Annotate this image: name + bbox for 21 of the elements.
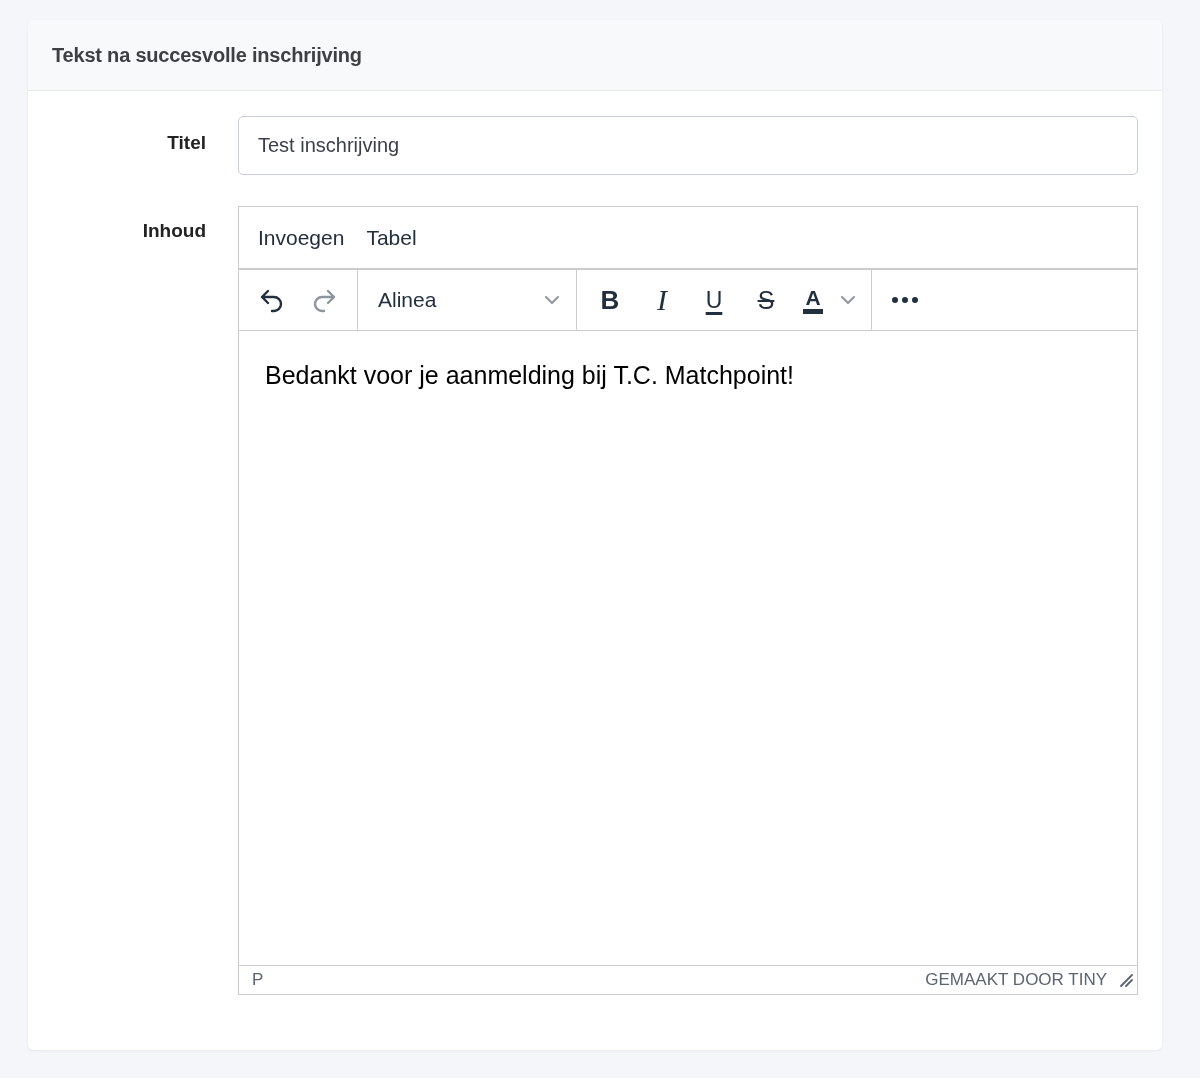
bold-button[interactable]: B (585, 279, 635, 321)
field-label: Titel (166, 131, 207, 154)
element-path[interactable]: P (252, 970, 264, 990)
resize-handle-icon (1119, 973, 1133, 987)
card-title: Tekst na succesvolle inschrijving (52, 43, 362, 67)
italic-button[interactable]: I (637, 279, 687, 321)
redo-icon (311, 287, 337, 313)
branding-link[interactable]: GEMAAKT DOOR TINY (925, 970, 1107, 990)
block-format-dropdown[interactable]: Alinea (366, 279, 568, 321)
chevron-down-icon (840, 295, 856, 305)
menu-item[interactable]: Invoegen (249, 221, 354, 254)
editor-text[interactable]: Bedankt voor je aanmelding bij T.C. Matchpoint! (239, 331, 1137, 965)
chevron-down-icon (544, 295, 560, 305)
color-button[interactable]: A (793, 279, 833, 321)
field-label: Inhoud (141, 219, 207, 242)
strike-button[interactable]: S (741, 279, 791, 321)
title-field[interactable]: Test inschrijving (238, 116, 1138, 175)
more-icon (891, 296, 919, 304)
undo-icon (259, 287, 285, 313)
underline-button[interactable]: U (689, 279, 739, 321)
menu-item[interactable]: Tabel (357, 221, 426, 254)
